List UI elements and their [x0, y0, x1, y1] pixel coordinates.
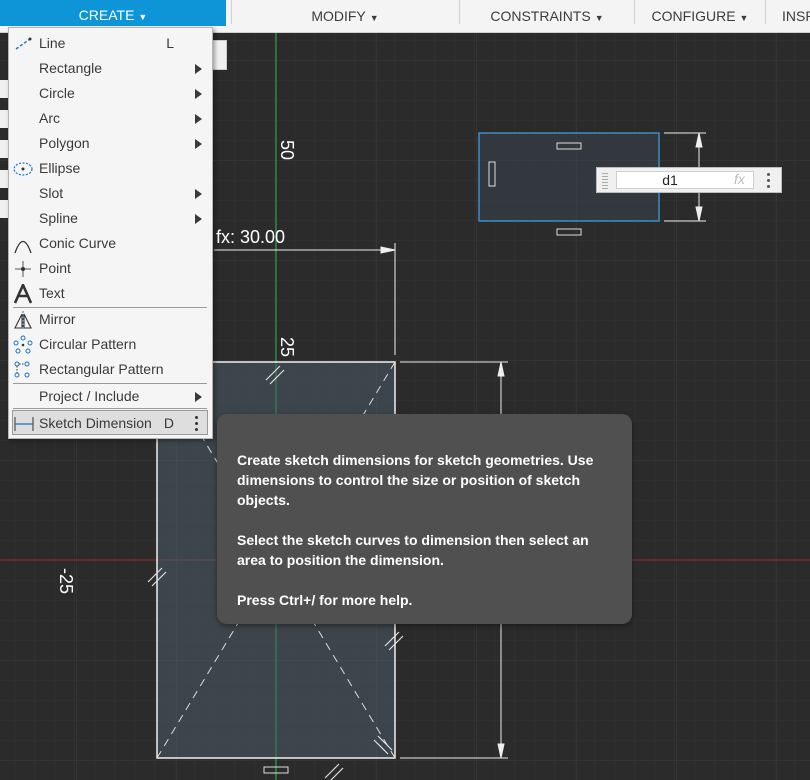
tooltip-help-hint: Press Ctrl+/ for more help. [237, 592, 413, 608]
caret-down-icon: ▼ [739, 13, 749, 23]
create-dropdown-menu: Line L Rectangle Circle Arc Polygon Elli… [8, 27, 213, 439]
menu-item-project-include[interactable]: Project / Include [9, 384, 212, 409]
menu-item-label: Ellipse [39, 160, 81, 176]
more-options-icon[interactable] [767, 173, 770, 191]
menu-item-label: Arc [39, 110, 60, 126]
menu-item-label: Text [39, 285, 65, 301]
menu-item-polygon[interactable]: Polygon [9, 131, 212, 156]
submenu-arrow-icon [195, 189, 202, 199]
menu-item-label: Sketch Dimension [39, 415, 152, 431]
menu-item-circle[interactable]: Circle [9, 81, 212, 106]
sketch-dimension-icon [14, 417, 34, 431]
toolbar-separator [231, 0, 232, 24]
menu-item-label: Line [39, 35, 66, 51]
conic-curve-icon [14, 240, 32, 254]
menu-item-text[interactable]: Text [9, 281, 212, 306]
toolbar-separator [459, 0, 460, 24]
menu-item-label: Point [39, 260, 71, 276]
dimension-value-label[interactable]: fx: 30.00 [216, 227, 285, 248]
menu-item-label: Polygon [39, 135, 90, 151]
menu-separator [13, 408, 207, 409]
menu-item-label: Conic Curve [39, 235, 117, 251]
submenu-arrow-icon [195, 89, 202, 99]
menu-item-label: Mirror [39, 311, 76, 327]
ruler-label-neg25: -25 [56, 568, 76, 595]
menu-item-rectangular-pattern[interactable]: Rectangular Pattern [9, 357, 212, 382]
menu-item-sketch-dimension[interactable]: Sketch Dimension D [12, 410, 208, 435]
line-icon [15, 37, 32, 50]
ruler-label-50: 50 [277, 140, 297, 161]
toolbar-separator [765, 0, 766, 24]
menu-item-conic-curve[interactable]: Conic Curve [9, 231, 212, 256]
mirror-icon [14, 311, 32, 329]
shortcut-label: L [166, 35, 174, 51]
submenu-arrow-icon [195, 392, 202, 402]
menu-item-label: Circle [39, 85, 75, 101]
constraints-menu-button[interactable]: CONSTRAINTS ▼ [464, 0, 630, 32]
more-options-icon[interactable] [195, 416, 199, 434]
caret-down-icon: ▼ [138, 12, 148, 22]
browser-panel-fragment [0, 200, 8, 218]
menu-item-label: Slot [39, 185, 64, 201]
circular-pattern-icon [13, 335, 33, 354]
caret-down-icon: ▼ [369, 13, 379, 23]
tooltip-instructions: Select the sketch curves to dimension th… [237, 532, 589, 568]
browser-panel-fragment [0, 80, 8, 98]
dimension-input-box: fx [596, 167, 782, 193]
menu-item-circular-pattern[interactable]: Circular Pattern [9, 332, 212, 357]
ellipse-icon [13, 162, 33, 176]
configure-menu-button[interactable]: CONFIGURE ▼ [640, 0, 760, 32]
submenu-arrow-icon [195, 139, 202, 149]
menu-item-slot[interactable]: Slot [9, 181, 212, 206]
menu-item-label: Circular Pattern [39, 336, 137, 352]
menu-item-label: Rectangular Pattern [39, 361, 164, 377]
drag-handle-icon[interactable] [602, 171, 608, 189]
browser-panel-fragment [0, 110, 8, 128]
modify-menu-button[interactable]: MODIFY ▼ [240, 0, 450, 32]
browser-panel-fragment [0, 140, 8, 158]
caret-down-icon: ▼ [594, 13, 604, 23]
panel-fragment [211, 40, 227, 70]
submenu-arrow-icon [195, 64, 202, 74]
menu-item-label: Spline [39, 210, 78, 226]
menu-item-ellipse[interactable]: Ellipse [9, 156, 212, 181]
browser-panel-fragment [0, 170, 8, 188]
text-icon [13, 284, 33, 304]
menu-item-label: Rectangle [39, 60, 103, 76]
fx-icon[interactable]: fx [734, 171, 745, 187]
menu-item-label: Project / Include [39, 388, 140, 404]
shortcut-label: D [163, 415, 174, 431]
toolbar-separator [634, 0, 635, 24]
menu-item-spline[interactable]: Spline [9, 206, 212, 231]
menu-item-point[interactable]: Point [9, 256, 212, 281]
inspect-menu-button[interactable]: INSPE [782, 0, 810, 32]
tooltip-sketch-dimension: Create sketch dimensions for sketch geom… [217, 414, 632, 624]
point-icon [15, 261, 31, 277]
create-menu-button[interactable]: CREATE ▼ [0, 0, 226, 26]
menu-item-arc[interactable]: Arc [9, 106, 212, 131]
tooltip-description: Create sketch dimensions for sketch geom… [237, 452, 594, 508]
ruler-label-25: 25 [277, 337, 297, 358]
menu-item-mirror[interactable]: Mirror [9, 307, 212, 332]
submenu-arrow-icon [195, 214, 202, 224]
menu-item-rectangle[interactable]: Rectangle [9, 56, 212, 81]
rectangular-pattern-icon [14, 361, 30, 378]
submenu-arrow-icon [195, 114, 202, 124]
menu-item-line[interactable]: Line L [9, 31, 212, 56]
